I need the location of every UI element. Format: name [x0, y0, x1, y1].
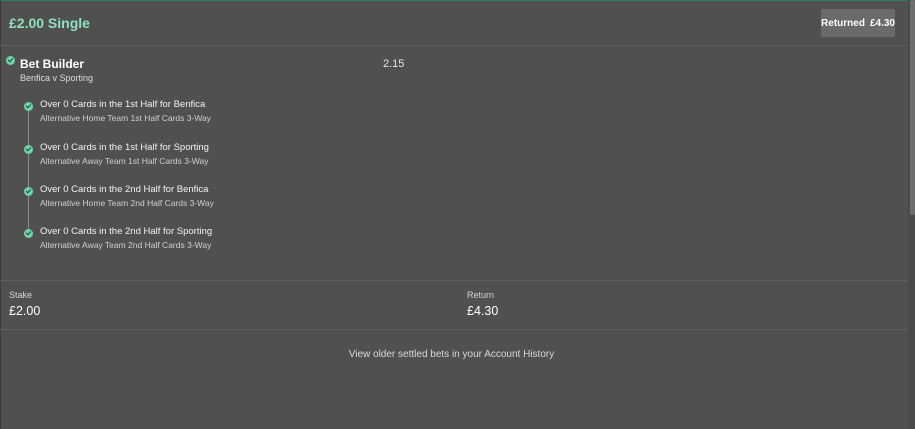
leg-market: Alternative Home Team 2nd Half Cards 3-W…: [40, 198, 214, 208]
returned-value: £4.30: [869, 17, 895, 29]
returned-badge: Returned £4.30: [821, 9, 895, 37]
leg-selection: Over 0 Cards in the 2nd Half for Sportin…: [40, 226, 213, 237]
leg-market: Alternative Away Team 2nd Half Cards 3-W…: [40, 240, 212, 250]
bet-builder-title: Bet Builder: [20, 57, 85, 71]
check-circle-icon: [24, 145, 33, 154]
bet-header[interactable]: £2.00 Single Returned £4.30: [0, 0, 915, 46]
check-circle-icon: [6, 56, 15, 65]
check-circle-icon: [24, 102, 33, 111]
divider: [0, 329, 908, 330]
stake-value: £2.00: [9, 304, 41, 318]
bet-card: [0, 0, 915, 429]
bet-builder-odds: 2.15: [383, 58, 405, 70]
check-circle-icon: [24, 229, 33, 238]
scrollbar-thumb[interactable]: [910, 0, 915, 215]
account-history-link[interactable]: View older settled bets in your Account …: [0, 349, 903, 360]
return-label: Return: [467, 290, 495, 300]
bet-title: £2.00 Single: [9, 15, 90, 31]
leg-selection: Over 0 Cards in the 1st Half for Sportin…: [40, 142, 209, 153]
check-circle-icon: [24, 187, 33, 196]
leg-selection: Over 0 Cards in the 1st Half for Benfica: [40, 99, 206, 110]
bet-builder-event: Benfica v Sporting: [20, 73, 94, 83]
leg-market: Alternative Home Team 1st Half Cards 3-W…: [40, 113, 212, 123]
returned-label: Returned: [821, 17, 865, 29]
stake-label: Stake: [9, 290, 33, 300]
leg-selection: Over 0 Cards in the 2nd Half for Benfica: [40, 184, 209, 195]
return-value: £4.30: [467, 304, 499, 318]
legs-timeline: [28, 108, 29, 234]
leg-market: Alternative Away Team 1st Half Cards 3-W…: [40, 156, 209, 166]
divider: [0, 280, 908, 281]
